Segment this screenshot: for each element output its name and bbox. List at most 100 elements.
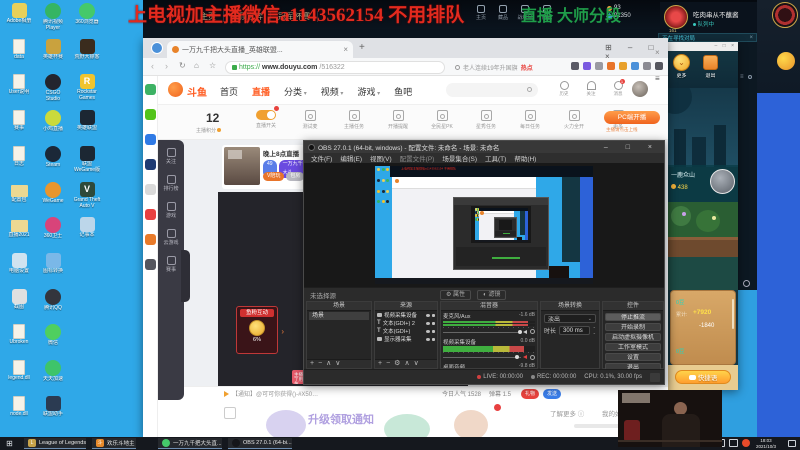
desktop-icon[interactable]: R Rockstar Games bbox=[72, 74, 102, 107]
douyu-sidebar-item[interactable]: 关注 bbox=[158, 148, 184, 165]
desktop-icon[interactable]: 联盟WeGame版 bbox=[72, 145, 102, 179]
more-button[interactable]: ⌄ bbox=[673, 54, 690, 71]
friends-list-icon[interactable]: ≡ bbox=[740, 74, 744, 80]
desktop-icon[interactable]: 记事本 bbox=[72, 217, 102, 250]
arrow-right-icon[interactable]: › bbox=[281, 327, 284, 336]
obs-menu-item[interactable]: 帮助(H) bbox=[510, 153, 540, 163]
control-button-stop-stream[interactable]: 停止推流 bbox=[605, 312, 661, 321]
duration-input[interactable]: 300 ms bbox=[559, 326, 590, 335]
douyu-logo-icon[interactable] bbox=[168, 82, 183, 97]
desktop-icon[interactable]: Ubroken bbox=[4, 324, 34, 357]
start-button[interactable]: ⊞ bbox=[6, 439, 13, 448]
desktop-icon[interactable]: 日志 bbox=[4, 145, 34, 179]
obs-menu-item[interactable]: 视图(V) bbox=[366, 153, 396, 163]
taskbar-clock[interactable]: 18:03 2021/10/3 bbox=[748, 438, 784, 449]
desktop-icon[interactable]: 电脑设置 bbox=[4, 252, 34, 286]
settings-gear-icon[interactable] bbox=[743, 280, 750, 287]
side-toolbar-icon[interactable] bbox=[144, 159, 156, 170]
desktop-icon[interactable]: 360卫士 bbox=[38, 217, 68, 250]
desktop-icon[interactable]: 天天加速 bbox=[38, 360, 68, 393]
desktop-icon[interactable]: 腾讯QQ bbox=[38, 288, 68, 322]
extension-icon[interactable] bbox=[595, 62, 603, 70]
source-item[interactable]: 视频采集设备 bbox=[375, 311, 437, 319]
new-tab-button[interactable]: + bbox=[359, 42, 365, 53]
speaker-icon[interactable] bbox=[523, 329, 527, 334]
score-scrollbar[interactable] bbox=[732, 299, 734, 329]
extension-icon[interactable] bbox=[607, 62, 615, 70]
toolbar-item[interactable]: 全民星PK bbox=[420, 110, 464, 130]
extension-icon[interactable] bbox=[655, 62, 663, 70]
obs-menu-item[interactable]: 文件(F) bbox=[307, 153, 336, 163]
taskbar-button[interactable]: L League of Legends bbox=[24, 438, 86, 449]
obs-window-controls[interactable]: ‒ □ × bbox=[604, 144, 660, 151]
desktop-icon[interactable]: CSGO Studio bbox=[38, 74, 68, 107]
desktop-icon[interactable]: V Grand Theft Auto V bbox=[72, 181, 102, 215]
taskbar-button[interactable]: OBS 27.0.1 (64-bi... bbox=[228, 438, 292, 449]
desktop-icon[interactable]: 英雄杯赛 bbox=[38, 38, 68, 72]
toolbar-item[interactable]: 主播任务 bbox=[332, 110, 376, 130]
visibility-eye-icon[interactable] bbox=[425, 313, 430, 317]
send-button[interactable]: 发送 bbox=[543, 388, 562, 399]
extension-icon[interactable] bbox=[619, 62, 627, 70]
toolbar-item[interactable]: 直播开关 bbox=[244, 106, 288, 130]
toolbar-item[interactable]: 火力全开 bbox=[552, 110, 596, 130]
properties-button[interactable]: ⚙ 属性 bbox=[440, 289, 472, 300]
extension-icon[interactable] bbox=[583, 62, 591, 70]
douyu-sidebar-item[interactable]: 云游戏 bbox=[158, 229, 184, 246]
slider-knob[interactable] bbox=[518, 329, 523, 334]
source-item[interactable]: 显示器采集 bbox=[375, 335, 437, 343]
visibility-eye-icon[interactable] bbox=[425, 337, 430, 341]
bookmark-star-icon[interactable]: ☆ bbox=[209, 61, 216, 70]
tab-close-icon[interactable]: × bbox=[343, 45, 348, 54]
desktop-icon[interactable]: data bbox=[4, 38, 34, 72]
lock-icon[interactable] bbox=[431, 321, 435, 325]
pc-broadcast-button[interactable]: PC端开播 bbox=[604, 111, 660, 124]
douyu-nav-item[interactable]: 视频 ▾ bbox=[321, 85, 344, 98]
taskbar-button[interactable]: 一万九千把大头直... bbox=[158, 438, 222, 449]
sources-panel-toolbar[interactable]: +−⚙∧∨ bbox=[375, 359, 437, 368]
douyu-sidebar-item[interactable]: 排行榜 bbox=[158, 175, 184, 192]
obs-menu-item[interactable]: 工具(T) bbox=[481, 153, 510, 163]
search-icon[interactable] bbox=[748, 75, 752, 79]
desktop-icon[interactable]: 360浏览器 bbox=[72, 3, 102, 36]
game-window-controls[interactable]: ‒ □ × bbox=[715, 43, 737, 49]
notification-center-icon[interactable] bbox=[788, 440, 796, 447]
douyu-sidebar-item[interactable]: 游戏 bbox=[158, 202, 184, 219]
side-toolbar-icon[interactable] bbox=[144, 84, 156, 95]
slider-knob[interactable] bbox=[514, 355, 519, 359]
browser-home-icon[interactable] bbox=[151, 42, 163, 54]
obs-title-bar[interactable]: OBS 27.0.1 (64-bit, windows) - 配置文件: 未命名… bbox=[304, 141, 664, 153]
desktop-icon[interactable]: User说明 bbox=[4, 74, 34, 107]
douyu-nav-item[interactable]: 首页 bbox=[220, 85, 238, 98]
desktop-icon[interactable]: 小鸡直播 bbox=[38, 110, 68, 143]
side-toolbar-icon[interactable] bbox=[144, 209, 156, 220]
side-toolbar-icon[interactable] bbox=[144, 184, 156, 195]
volume-slider-row[interactable] bbox=[443, 354, 535, 361]
banner-grid-icon[interactable] bbox=[224, 407, 236, 419]
back-icon[interactable]: ‹ bbox=[151, 61, 154, 71]
volume-slider-row[interactable] bbox=[443, 329, 535, 336]
lock-icon[interactable] bbox=[431, 313, 435, 317]
desktop-icon[interactable]: 荒野大镖客 bbox=[72, 38, 102, 72]
douyu-nav-item[interactable]: 直播 bbox=[252, 85, 270, 98]
desktop-icon[interactable]: legend.dll bbox=[4, 360, 34, 393]
extension-icon[interactable] bbox=[571, 62, 579, 70]
side-toolbar-icon[interactable] bbox=[144, 134, 156, 145]
visibility-eye-icon[interactable] bbox=[425, 329, 430, 333]
desktop-icon[interactable]: 英雄联盟 bbox=[72, 110, 102, 143]
banner-text[interactable]: 升级领取通知 bbox=[308, 411, 374, 427]
quick-chat-button[interactable]: 快捷语 bbox=[675, 370, 731, 384]
more-link[interactable]: 了解更多 ⓘ bbox=[550, 408, 584, 418]
filters-button[interactable]: ◐ 滤镜 bbox=[477, 289, 507, 300]
desktop-icon[interactable]: Steam bbox=[38, 145, 68, 179]
obs-menu-item[interactable]: 编辑(E) bbox=[336, 153, 366, 163]
forward-icon[interactable]: › bbox=[165, 61, 168, 71]
desktop-icon[interactable]: 截图 bbox=[4, 288, 34, 322]
douyu-user-icon[interactable]: 历史 bbox=[556, 81, 572, 97]
sidebar-collapse-handle[interactable] bbox=[181, 250, 190, 302]
scenes-panel-toolbar[interactable]: +−∧∨ bbox=[307, 359, 371, 368]
toolbar-item[interactable]: 星秀任务 bbox=[464, 110, 508, 130]
control-button-2[interactable]: 启动虚拟摄像机 bbox=[605, 332, 661, 341]
fan-promo-box[interactable]: 鱼粉互动 6% › bbox=[236, 306, 284, 354]
side-toolbar-icon[interactable] bbox=[144, 234, 156, 245]
